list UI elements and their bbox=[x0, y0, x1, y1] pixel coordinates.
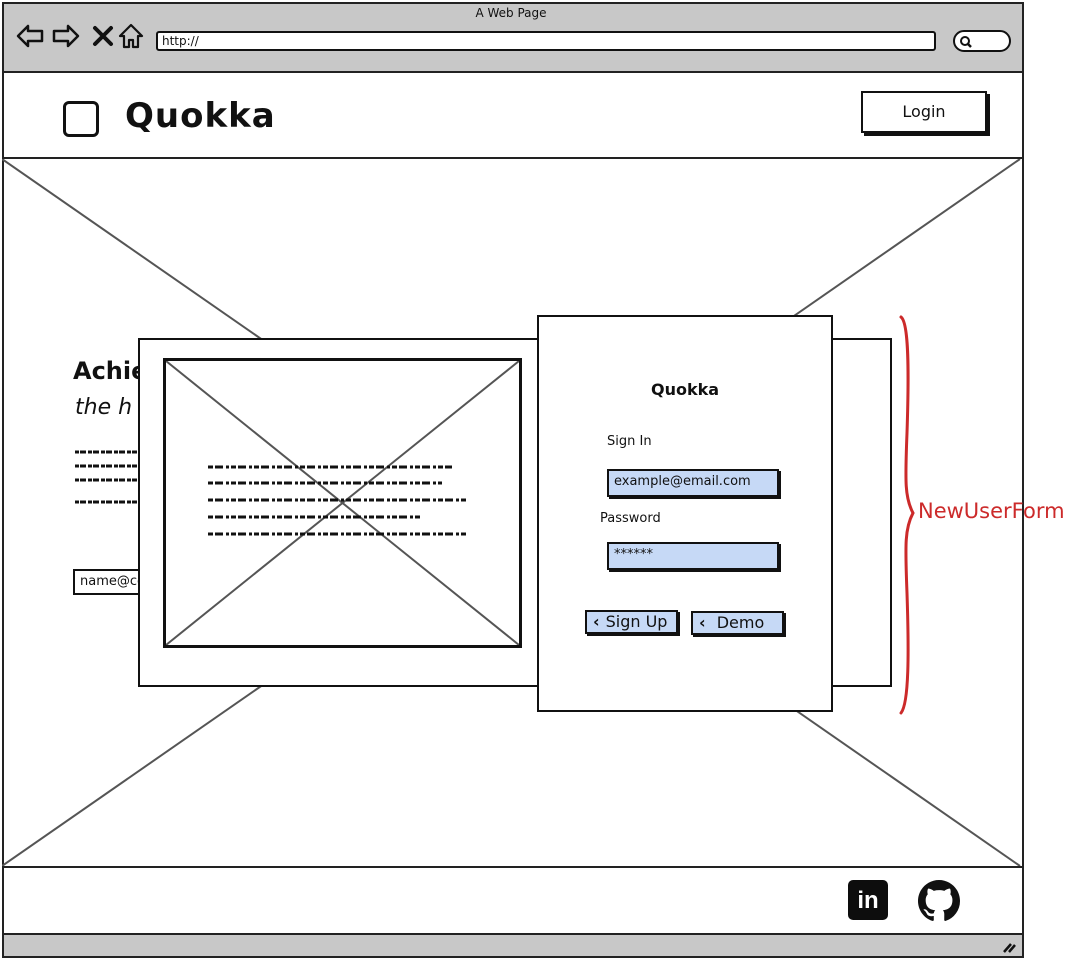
home-icon[interactable] bbox=[117, 22, 145, 50]
github-icon[interactable] bbox=[918, 880, 960, 922]
brand-name: Quokka bbox=[125, 96, 276, 136]
form-title: Quokka bbox=[650, 380, 720, 399]
annotation-label: NewUserForm bbox=[918, 499, 1065, 523]
resize-grip-icon[interactable] bbox=[1002, 941, 1016, 953]
sign-up-button[interactable]: ‹ Sign Up bbox=[585, 610, 678, 634]
sign-in-label: Sign In bbox=[607, 434, 652, 449]
new-user-form bbox=[537, 315, 833, 712]
hero-title: Achie bbox=[73, 357, 148, 385]
browser-statusbar bbox=[2, 933, 1024, 958]
linkedin-icon[interactable]: in bbox=[848, 880, 888, 920]
close-icon[interactable] bbox=[90, 22, 118, 50]
modal-image-placeholder bbox=[163, 358, 522, 648]
demo-button[interactable]: ‹ Demo bbox=[691, 611, 784, 635]
password-field[interactable]: ****** bbox=[607, 542, 779, 570]
demo-label: Demo bbox=[716, 613, 765, 632]
back-arrow-icon[interactable] bbox=[16, 22, 44, 50]
chevron-left-icon: ‹ bbox=[699, 613, 706, 632]
hero-subtitle: the h bbox=[75, 395, 133, 420]
browser-search-field[interactable] bbox=[953, 30, 1011, 52]
chevron-left-icon: ‹ bbox=[593, 612, 600, 631]
password-label: Password bbox=[600, 511, 661, 526]
modal-body-scribble bbox=[208, 465, 468, 536]
window-title: A Web Page bbox=[475, 6, 547, 20]
search-icon bbox=[960, 36, 972, 48]
email-field[interactable]: example@email.com bbox=[607, 469, 779, 497]
forward-arrow-icon[interactable] bbox=[52, 22, 80, 50]
url-input[interactable]: http:// bbox=[156, 31, 936, 51]
hero-body-scribble bbox=[75, 450, 137, 504]
sign-up-label: Sign Up bbox=[605, 612, 668, 631]
hero-email-input[interactable]: name@co bbox=[73, 569, 143, 595]
login-button[interactable]: Login bbox=[861, 91, 987, 133]
logo-icon bbox=[63, 101, 99, 137]
annotation-curly-brace bbox=[899, 315, 915, 715]
